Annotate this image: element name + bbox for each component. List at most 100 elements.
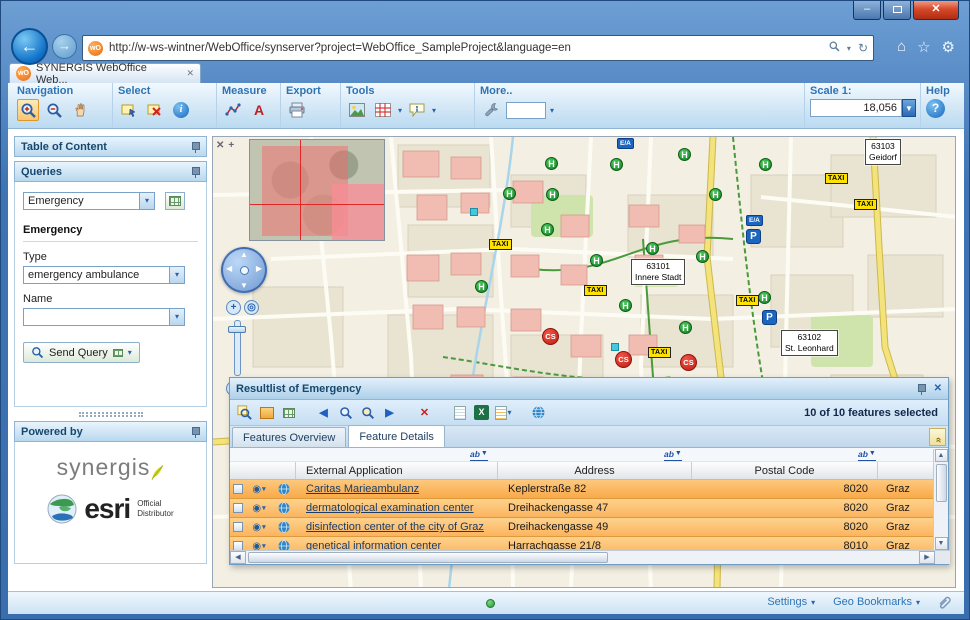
zoom-slider-handle[interactable] (228, 326, 246, 333)
zoom-to-feature-icon[interactable]: ◉▾ (246, 522, 272, 533)
previous-feature-icon[interactable]: ◀ (315, 404, 332, 422)
external-link-globe-icon[interactable] (272, 502, 296, 514)
browser-tab[interactable]: wO SYNERGIS WebOffice Web... ✕ (9, 63, 201, 83)
move-overview-icon[interactable]: + (228, 140, 234, 151)
hospital-marker[interactable]: H (475, 280, 488, 293)
pan-compass[interactable]: ▲ ▼ ◀ ▶ (221, 247, 267, 293)
panel-resize-handle[interactable] (79, 412, 143, 417)
pan-button[interactable] (69, 99, 91, 121)
back-button[interactable]: ← (11, 28, 48, 65)
zoom-in-map-button[interactable]: + (226, 300, 241, 315)
scrollbar-thumb[interactable] (248, 552, 608, 563)
scroll-up-icon[interactable]: ▲ (935, 449, 948, 462)
feature-link[interactable]: disinfection center of the city of Graz (306, 521, 484, 533)
query-table-button[interactable] (165, 192, 185, 210)
parking-marker[interactable]: P (746, 229, 761, 244)
hospital-marker[interactable]: H (619, 299, 632, 312)
query-select[interactable]: Emergency ▾ (23, 192, 155, 210)
zoom-to-feature-icon[interactable]: ◉▾ (246, 503, 272, 514)
help-button[interactable]: ? (926, 99, 945, 118)
pin-icon[interactable] (916, 383, 926, 395)
tab-feature-details[interactable]: Feature Details (348, 425, 445, 447)
search-dropdown-icon[interactable]: ▾ (847, 44, 851, 53)
screenshot-image-button[interactable] (346, 99, 368, 121)
pan-west-icon[interactable]: ◀ (226, 264, 232, 273)
vertical-scrollbar[interactable]: ▲ ▼ (933, 449, 948, 550)
settings-link[interactable]: Settings▾ (767, 596, 815, 608)
external-link-globe-icon[interactable] (272, 521, 296, 533)
maximize-button[interactable] (883, 1, 911, 20)
more-dropdown-icon[interactable]: ▾ (550, 106, 554, 115)
sort-icon[interactable]: ab▼ (858, 448, 876, 461)
taxi-marker[interactable]: TAXI (854, 199, 877, 210)
zoom-previous-icon[interactable] (337, 404, 354, 422)
external-link-globe-icon[interactable] (272, 540, 296, 550)
zoom-to-feature-icon[interactable]: ◉▾ (246, 541, 272, 551)
external-link-globe-icon[interactable] (272, 483, 296, 495)
chevron-down-icon[interactable]: ▾ (139, 193, 154, 209)
row-select-icon[interactable] (230, 541, 246, 550)
external-app-icon[interactable] (530, 404, 547, 422)
redlining-button[interactable] (372, 99, 394, 121)
table-row[interactable]: ◉▾ dermatological examination center Dre… (230, 499, 948, 518)
chevron-down-icon[interactable]: ▾ (169, 309, 184, 325)
refresh-icon[interactable]: ↻ (858, 41, 868, 55)
measure-distance-button[interactable] (222, 99, 244, 121)
parking-marker[interactable]: P (762, 310, 777, 325)
wrench-icon[interactable] (480, 99, 502, 121)
scale-input[interactable] (810, 99, 902, 117)
home-icon[interactable]: ⌂ (897, 38, 906, 56)
label-text-button[interactable]: A (248, 99, 270, 121)
feature-link[interactable]: dermatological examination center (306, 502, 474, 514)
collapse-panel-button[interactable]: « (929, 428, 946, 446)
overview-extent-box[interactable] (332, 184, 384, 240)
tab-close-icon[interactable]: ✕ (186, 68, 194, 79)
more-dropdown[interactable] (506, 102, 546, 119)
favorites-star-icon[interactable]: ☆ (917, 38, 930, 56)
pan-east-icon[interactable]: ▶ (256, 264, 262, 273)
resultlist-titlebar[interactable]: Resultlist of Emergency ✕ (230, 378, 948, 400)
add-to-table-icon[interactable] (280, 404, 297, 422)
header-external-application[interactable]: External Application (296, 462, 498, 479)
attachment-paperclip-icon[interactable] (936, 595, 952, 616)
feature-link[interactable]: Caritas Marieambulanz (306, 483, 419, 495)
hospital-marker[interactable]: H (545, 157, 558, 170)
hospital-marker[interactable]: H (679, 321, 692, 334)
pan-north-icon[interactable]: ▲ (240, 250, 248, 259)
toc-header[interactable]: Table of Content (14, 136, 207, 157)
tab-features-overview[interactable]: Features Overview (232, 427, 346, 447)
export-excel-icon[interactable]: X (473, 404, 490, 422)
scroll-right-icon[interactable]: ▶ (919, 551, 935, 564)
select-features-button[interactable] (118, 99, 140, 121)
taxi-marker[interactable]: TAXI (736, 295, 759, 306)
table-row[interactable]: ◉▾ genetical information center Harrachg… (230, 537, 948, 550)
identify-result-icon[interactable] (236, 404, 253, 422)
table-row[interactable]: ◉▾ Caritas Marieambulanz Keplerstraße 82… (230, 480, 948, 499)
zoom-to-feature-icon[interactable]: ◉▾ (246, 484, 272, 495)
zoom-in-button[interactable] (17, 99, 39, 121)
table-row[interactable]: ◉▾ disinfection center of the city of Gr… (230, 518, 948, 537)
hospital-marker[interactable]: H (678, 148, 691, 161)
minimize-button[interactable]: – (853, 1, 881, 20)
close-overview-icon[interactable]: ✕ (216, 140, 224, 151)
hospital-marker[interactable]: H (546, 188, 559, 201)
zoom-selection-icon[interactable] (359, 404, 376, 422)
geo-bookmarks-link[interactable]: Geo Bookmarks▾ (833, 596, 920, 608)
taxi-marker[interactable]: TAXI (648, 347, 671, 358)
scrollbar-thumb[interactable] (936, 464, 947, 502)
scale-dropdown-icon[interactable]: ▼ (902, 99, 916, 117)
maptip-balloon-button[interactable] (406, 99, 428, 121)
close-icon[interactable]: ✕ (934, 383, 942, 394)
report-icon[interactable]: ▾ (495, 404, 512, 422)
row-select-icon[interactable] (230, 503, 246, 513)
hospital-marker[interactable]: H (503, 187, 516, 200)
row-select-icon[interactable] (230, 522, 246, 532)
header-address[interactable]: Address (498, 462, 692, 479)
pin-icon[interactable] (190, 426, 200, 438)
forward-button[interactable]: → (52, 34, 77, 59)
pan-center-icon[interactable] (240, 266, 249, 275)
hospital-marker[interactable]: H (646, 242, 659, 255)
name-select[interactable]: ▾ (23, 308, 185, 326)
hospital-marker[interactable]: H (610, 158, 623, 171)
close-window-button[interactable]: ✕ (913, 1, 959, 20)
